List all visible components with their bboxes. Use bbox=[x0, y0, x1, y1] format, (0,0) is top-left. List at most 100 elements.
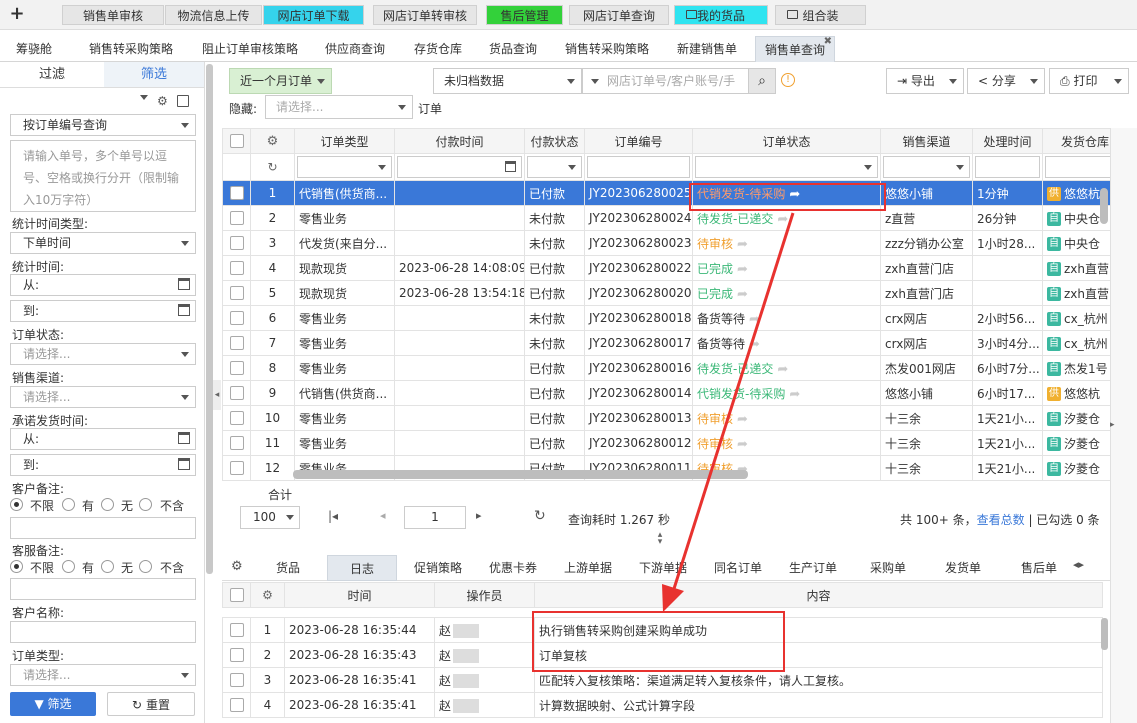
forward-icon[interactable]: ➦ bbox=[737, 262, 748, 277]
order-no[interactable]: JY202306280020 bbox=[584, 280, 693, 306]
order-no[interactable]: JY202306280014 bbox=[584, 380, 693, 406]
add-tab-icon[interactable]: + bbox=[6, 3, 28, 25]
save-icon[interactable] bbox=[177, 95, 189, 107]
column-filter[interactable] bbox=[394, 153, 525, 181]
tab-screen[interactable]: 筛选 bbox=[104, 62, 204, 88]
forward-icon[interactable]: ➦ bbox=[737, 287, 748, 302]
top-tab-1[interactable]: 销售单审核 bbox=[62, 5, 164, 25]
filter-button[interactable]: ▼ 筛选 bbox=[10, 692, 96, 716]
table-row[interactable]: 5 现款现货 2023-06-28 13:54:18 已付款 JY20230628002… bbox=[222, 280, 1110, 306]
hide-select[interactable]: 请选择... bbox=[265, 95, 413, 119]
table-row[interactable]: 2 零售业务 未付款 JY202306280024 待发货-已递交 ➦ z直营 26分钟自中央… bbox=[222, 205, 1110, 231]
reset-button[interactable]: ↻ 重置 bbox=[107, 692, 195, 716]
log-checkbox-cell[interactable] bbox=[222, 692, 251, 718]
order-no[interactable]: JY202306280023 bbox=[584, 230, 693, 256]
grid-v-scrollbar[interactable] bbox=[1100, 188, 1108, 224]
query-mode-select[interactable]: 按订单编号查询 bbox=[10, 114, 196, 136]
search-icon[interactable]: ⌕ bbox=[748, 68, 776, 94]
table-row[interactable]: 4 现款现货 2023-06-28 14:08:09 已付款 JY20230628002… bbox=[222, 255, 1110, 281]
row-checkbox[interactable] bbox=[229, 673, 244, 688]
log-row[interactable]: 4 2023-06-28 16:35:41 赵 计算数据映射、公式计算字段 bbox=[222, 692, 1103, 718]
row-checkbox-cell[interactable] bbox=[222, 430, 251, 456]
order-no[interactable]: JY202306280012 bbox=[584, 430, 693, 456]
gear-icon[interactable]: ⚙ bbox=[157, 94, 168, 108]
stat-time-from[interactable]: 从: bbox=[10, 274, 196, 296]
row-checkbox[interactable] bbox=[229, 411, 244, 426]
export-button[interactable]: ⇥ 导出 bbox=[886, 68, 964, 94]
calendar-icon[interactable] bbox=[505, 161, 516, 172]
row-checkbox-cell[interactable] bbox=[222, 230, 251, 256]
filter-input[interactable] bbox=[975, 156, 1040, 178]
order-no[interactable]: JY202306280024 bbox=[584, 205, 693, 231]
channel-select[interactable]: 请选择... bbox=[10, 386, 196, 408]
detail-tab-9[interactable]: 采购单 bbox=[852, 555, 924, 581]
detail-tab-2[interactable]: 日志 bbox=[327, 555, 397, 581]
row-checkbox[interactable] bbox=[229, 336, 244, 351]
service-remark-input[interactable] bbox=[10, 578, 196, 600]
order-no-textarea[interactable]: 请输入单号，多个单号以逗号、空格或换行分开（限制输入10万字符） bbox=[10, 140, 196, 212]
row-checkbox[interactable] bbox=[229, 623, 244, 638]
status-select[interactable]: 请选择... bbox=[10, 343, 196, 365]
row-checkbox-cell[interactable] bbox=[222, 355, 251, 381]
cust-remark-input[interactable] bbox=[10, 517, 196, 539]
log-checkbox-cell[interactable] bbox=[222, 642, 251, 668]
row-checkbox[interactable] bbox=[229, 236, 244, 251]
page-input[interactable]: 1 bbox=[404, 506, 466, 529]
radio-1[interactable] bbox=[10, 498, 23, 511]
order-type-select[interactable]: 请选择... bbox=[10, 664, 196, 686]
collapse-left-icon[interactable]: ◂ bbox=[213, 380, 221, 410]
forward-icon[interactable]: ➦ bbox=[749, 312, 760, 327]
row-checkbox[interactable] bbox=[229, 361, 244, 376]
row-checkbox[interactable] bbox=[229, 648, 244, 663]
stat-type-select[interactable]: 下单时间 bbox=[10, 232, 196, 254]
refresh-icon[interactable]: ↻ bbox=[267, 160, 277, 174]
print-button[interactable]: ⎙ 打印 bbox=[1049, 68, 1129, 94]
sub-tab-3[interactable]: 阻止订单审核策略 bbox=[192, 36, 308, 62]
info-icon[interactable]: ! bbox=[781, 73, 795, 87]
table-row[interactable]: 10 零售业务 已付款 JY202306280013 待审核 ➦ 十三余 1天21小... 自汐… bbox=[222, 405, 1110, 431]
splitter-handle-icon[interactable]: ▴ ▾ bbox=[643, 531, 677, 547]
radio-4[interactable] bbox=[139, 498, 152, 511]
row-checkbox[interactable] bbox=[229, 286, 244, 301]
radio-3[interactable] bbox=[101, 498, 114, 511]
top-tab-3[interactable]: 网店订单下载 bbox=[263, 5, 364, 25]
row-checkbox-cell[interactable] bbox=[222, 205, 251, 231]
select-all-checkbox[interactable] bbox=[229, 588, 244, 603]
sub-tab-5[interactable]: 存货仓库 bbox=[402, 36, 474, 62]
row-checkbox-cell[interactable] bbox=[222, 255, 251, 281]
calendar-icon[interactable] bbox=[178, 304, 190, 316]
table-row[interactable]: 6 零售业务 未付款 JY202306280018 备货等待 ➦ crx网店 2小时56...… bbox=[222, 305, 1110, 331]
forward-icon[interactable]: ➦ bbox=[737, 412, 748, 427]
row-checkbox-cell[interactable] bbox=[222, 305, 251, 331]
radio-3[interactable] bbox=[101, 560, 114, 573]
column-header[interactable]: 付款状态 bbox=[524, 128, 585, 154]
order-no[interactable]: JY202306280022 bbox=[584, 255, 693, 281]
refresh-icon[interactable]: ↻ bbox=[534, 508, 546, 524]
detail-tab-1[interactable]: 货品 bbox=[255, 555, 321, 581]
table-row[interactable]: 1 代销售(供货商... 已付款 JY202306280025 代销发货-待采购 ➦ 悠悠小… bbox=[222, 180, 1110, 206]
forward-icon[interactable]: ➦ bbox=[789, 387, 800, 402]
forward-icon[interactable]: ➦ bbox=[737, 437, 748, 452]
filter-input[interactable] bbox=[297, 156, 392, 178]
forward-icon[interactable]: ➦ bbox=[749, 337, 760, 352]
column-filter[interactable] bbox=[692, 153, 881, 181]
row-checkbox[interactable] bbox=[229, 261, 244, 276]
order-no[interactable]: JY202306280017 bbox=[584, 330, 693, 356]
column-header[interactable]: 订单状态 bbox=[692, 128, 881, 154]
view-total-link[interactable]: 查看总数 bbox=[977, 513, 1025, 527]
tab-scroll-icon[interactable]: ◂▸ bbox=[1073, 558, 1084, 571]
row-checkbox[interactable] bbox=[229, 436, 244, 451]
share-button[interactable]: < 分享 bbox=[967, 68, 1045, 94]
column-header[interactable]: 处理时间 bbox=[972, 128, 1043, 154]
refresh-cell[interactable]: ↻ bbox=[250, 153, 295, 181]
range-select[interactable]: 近一个月订单 bbox=[229, 68, 332, 94]
filter-input[interactable] bbox=[397, 156, 522, 178]
filter-input[interactable] bbox=[587, 156, 690, 178]
column-filter[interactable] bbox=[584, 153, 693, 181]
sub-tab-4[interactable]: 供应商查询 bbox=[312, 36, 398, 62]
row-checkbox-cell[interactable] bbox=[222, 455, 251, 481]
table-row[interactable]: 11 零售业务 已付款 JY202306280012 待审核 ➦ 十三余 1天21小... 自汐… bbox=[222, 430, 1110, 456]
column-header[interactable]: 订单编号 bbox=[584, 128, 693, 154]
radio-2[interactable] bbox=[62, 498, 75, 511]
row-checkbox-cell[interactable] bbox=[222, 330, 251, 356]
